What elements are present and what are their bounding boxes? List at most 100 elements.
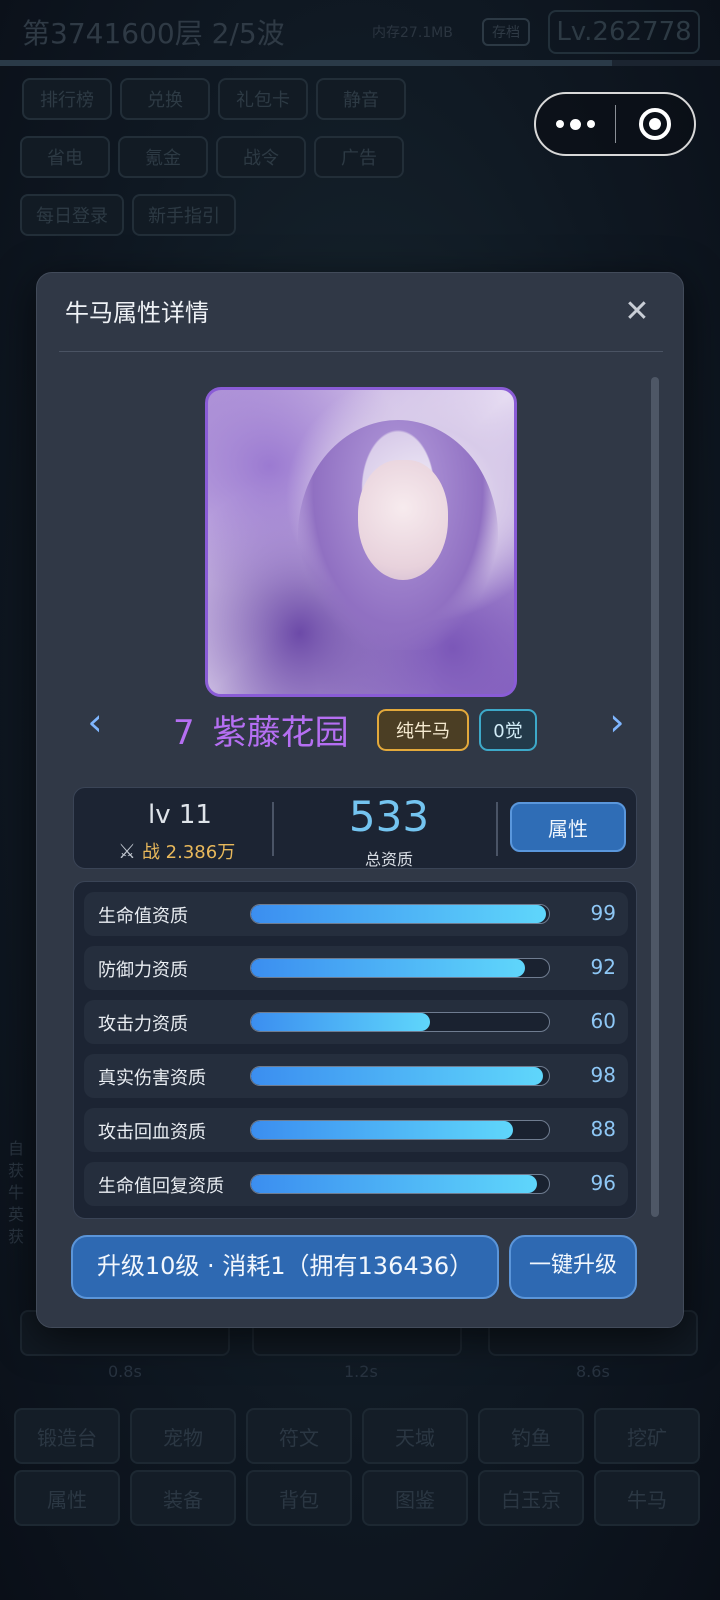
aptitude-bar xyxy=(250,1012,550,1032)
aptitude-row: 真实伤害资质 98 xyxy=(84,1054,628,1098)
aptitude-bar-fill xyxy=(251,1121,514,1139)
upgrade-10-levels-button[interactable]: 升级10级 · 消耗1（拥有136436） xyxy=(71,1235,499,1299)
modal-scrollbar[interactable] xyxy=(651,377,659,1217)
aptitude-value: 88 xyxy=(590,1117,616,1141)
aptitude-bar-fill xyxy=(251,959,526,977)
aptitude-row: 生命值回复资质 96 xyxy=(84,1162,628,1206)
aptitude-row: 生命值资质 99 xyxy=(84,892,628,936)
one-click-upgrade-button[interactable]: 一键升级 xyxy=(509,1235,637,1299)
timer-text: 1.2s xyxy=(344,1362,378,1381)
aptitude-label: 防御力资质 xyxy=(98,960,188,981)
combat-power-text: 战 2.386万 xyxy=(141,842,236,863)
aptitude-bar-fill xyxy=(251,1067,544,1085)
log-line: 获 xyxy=(8,1161,25,1180)
background-menu-button[interactable]: 广告 xyxy=(314,136,404,178)
close-icon[interactable]: ✕ xyxy=(619,293,655,329)
attributes-button[interactable]: 属性 xyxy=(510,802,626,852)
aptitude-bar xyxy=(250,1120,550,1140)
background-menu-button[interactable]: 礼包卡 xyxy=(218,78,308,120)
stat-divider xyxy=(496,802,498,856)
prev-character-chevron-icon[interactable]: ‹ xyxy=(75,697,115,747)
combat-power: ⚔ 战 2.386万 xyxy=(118,838,235,864)
more-dot-icon xyxy=(569,118,581,130)
aptitude-bar xyxy=(250,904,550,924)
aptitude-bar-fill xyxy=(251,1013,430,1031)
aptitude-label: 攻击力资质 xyxy=(98,1014,188,1035)
character-portrait xyxy=(205,387,517,697)
bottom-nav-item[interactable]: 图鉴 xyxy=(362,1470,468,1526)
background-menu-button[interactable]: 战令 xyxy=(216,136,306,178)
bottom-nav-item[interactable]: 宠物 xyxy=(130,1408,236,1464)
total-aptitude-label: 总资质 xyxy=(364,850,413,869)
aptitude-list: 生命值资质 99 防御力资质 92 攻击力资质 60 真实伤害资质 98 攻击回血资质 88 生命值… xyxy=(73,881,637,1219)
background-menu-button[interactable]: 静音 xyxy=(316,78,406,120)
wave-progress-bar xyxy=(0,60,720,66)
wave-progress-fill xyxy=(0,60,612,66)
stats-summary-card: lv 11 ⚔ 战 2.386万 533 总资质 属性 xyxy=(73,787,637,869)
aptitude-bar-fill xyxy=(251,1175,538,1193)
more-dot-icon xyxy=(586,120,595,128)
timer-text: 0.8s xyxy=(108,1362,142,1381)
floor-wave-text: 第3741600层 2/5波 xyxy=(22,17,285,50)
aptitude-bar xyxy=(250,1066,550,1086)
character-type-badge: 纯牛马 xyxy=(377,709,469,751)
save-button[interactable]: 存档 xyxy=(482,18,530,46)
bottom-nav-item[interactable]: 白玉京 xyxy=(478,1470,584,1526)
next-character-chevron-icon[interactable]: › xyxy=(597,697,637,747)
total-aptitude-value: 533 xyxy=(348,792,430,841)
aptitude-value: 99 xyxy=(590,901,616,925)
aptitude-label: 生命值资质 xyxy=(98,906,188,927)
bottom-nav-item[interactable]: 锻造台 xyxy=(14,1408,120,1464)
aptitude-bar xyxy=(250,958,550,978)
title-divider xyxy=(59,351,663,352)
timer-text: 8.6s xyxy=(576,1362,610,1381)
background-menu-button[interactable]: 每日登录 xyxy=(20,194,124,236)
bottom-nav-item[interactable]: 钓鱼 xyxy=(478,1408,584,1464)
memory-text: 内存27.1MB xyxy=(372,25,453,41)
log-line: 获 xyxy=(8,1227,25,1246)
crossed-swords-icon: ⚔ xyxy=(118,839,136,863)
stat-divider xyxy=(272,802,274,856)
portrait-face xyxy=(358,460,448,580)
background-menu-button[interactable]: 新手指引 xyxy=(132,194,236,236)
bottom-nav-item[interactable]: 挖矿 xyxy=(594,1408,700,1464)
awaken-badge: 0觉 xyxy=(479,709,537,751)
background-menu-button[interactable]: 氪金 xyxy=(118,136,208,178)
aptitude-bar-fill xyxy=(251,905,547,923)
background-menu-button[interactable]: 兑换 xyxy=(120,78,210,120)
more-dot-icon xyxy=(555,120,564,128)
modal-footer-mask xyxy=(37,1301,683,1327)
character-name-text: 紫藤花园 xyxy=(212,713,349,753)
bottom-nav-item[interactable]: 装备 xyxy=(130,1470,236,1526)
aptitude-label: 真实伤害资质 xyxy=(98,1068,206,1089)
game-header: 第3741600层 2/5波 内存27.1MB 存档 Lv.262778 xyxy=(0,0,720,62)
aptitude-row: 攻击力资质 60 xyxy=(84,1000,628,1044)
more-menu-button[interactable] xyxy=(536,118,615,130)
exit-miniprogram-button[interactable] xyxy=(616,108,695,140)
log-line: 英 xyxy=(8,1205,25,1224)
character-index: 7 xyxy=(173,713,195,753)
bottom-nav-item[interactable]: 符文 xyxy=(246,1408,352,1464)
battle-log: 自 获 牛 英 获 xyxy=(8,1138,24,1248)
miniprogram-capsule xyxy=(534,92,696,156)
player-level: Lv.262778 xyxy=(548,10,700,54)
log-line: 牛 xyxy=(8,1183,25,1202)
bottom-nav-item[interactable]: 属性 xyxy=(14,1470,120,1526)
aptitude-row: 防御力资质 92 xyxy=(84,946,628,990)
aptitude-label: 攻击回血资质 xyxy=(98,1122,206,1143)
background-menu-button[interactable]: 省电 xyxy=(20,136,110,178)
aptitude-value: 96 xyxy=(590,1171,616,1195)
aptitude-value: 92 xyxy=(590,955,616,979)
log-line: 自 xyxy=(8,1139,25,1158)
bottom-nav-item[interactable]: 牛马 xyxy=(594,1470,700,1526)
character-detail-modal: 牛马属性详情 ✕ ‹ 7 紫藤花园 纯牛马 0觉 › lv 11 ⚔ 战 2.38… xyxy=(36,272,684,1328)
target-icon xyxy=(638,108,671,140)
bottom-nav-item[interactable]: 背包 xyxy=(246,1470,352,1526)
aptitude-label: 生命值回复资质 xyxy=(98,1176,224,1197)
aptitude-value: 60 xyxy=(590,1009,616,1033)
bottom-nav-item[interactable]: 天域 xyxy=(362,1408,468,1464)
aptitude-bar xyxy=(250,1174,550,1194)
character-name: 7 紫藤花园 xyxy=(173,705,349,754)
aptitude-row: 攻击回血资质 88 xyxy=(84,1108,628,1152)
background-menu-button[interactable]: 排行榜 xyxy=(22,78,112,120)
